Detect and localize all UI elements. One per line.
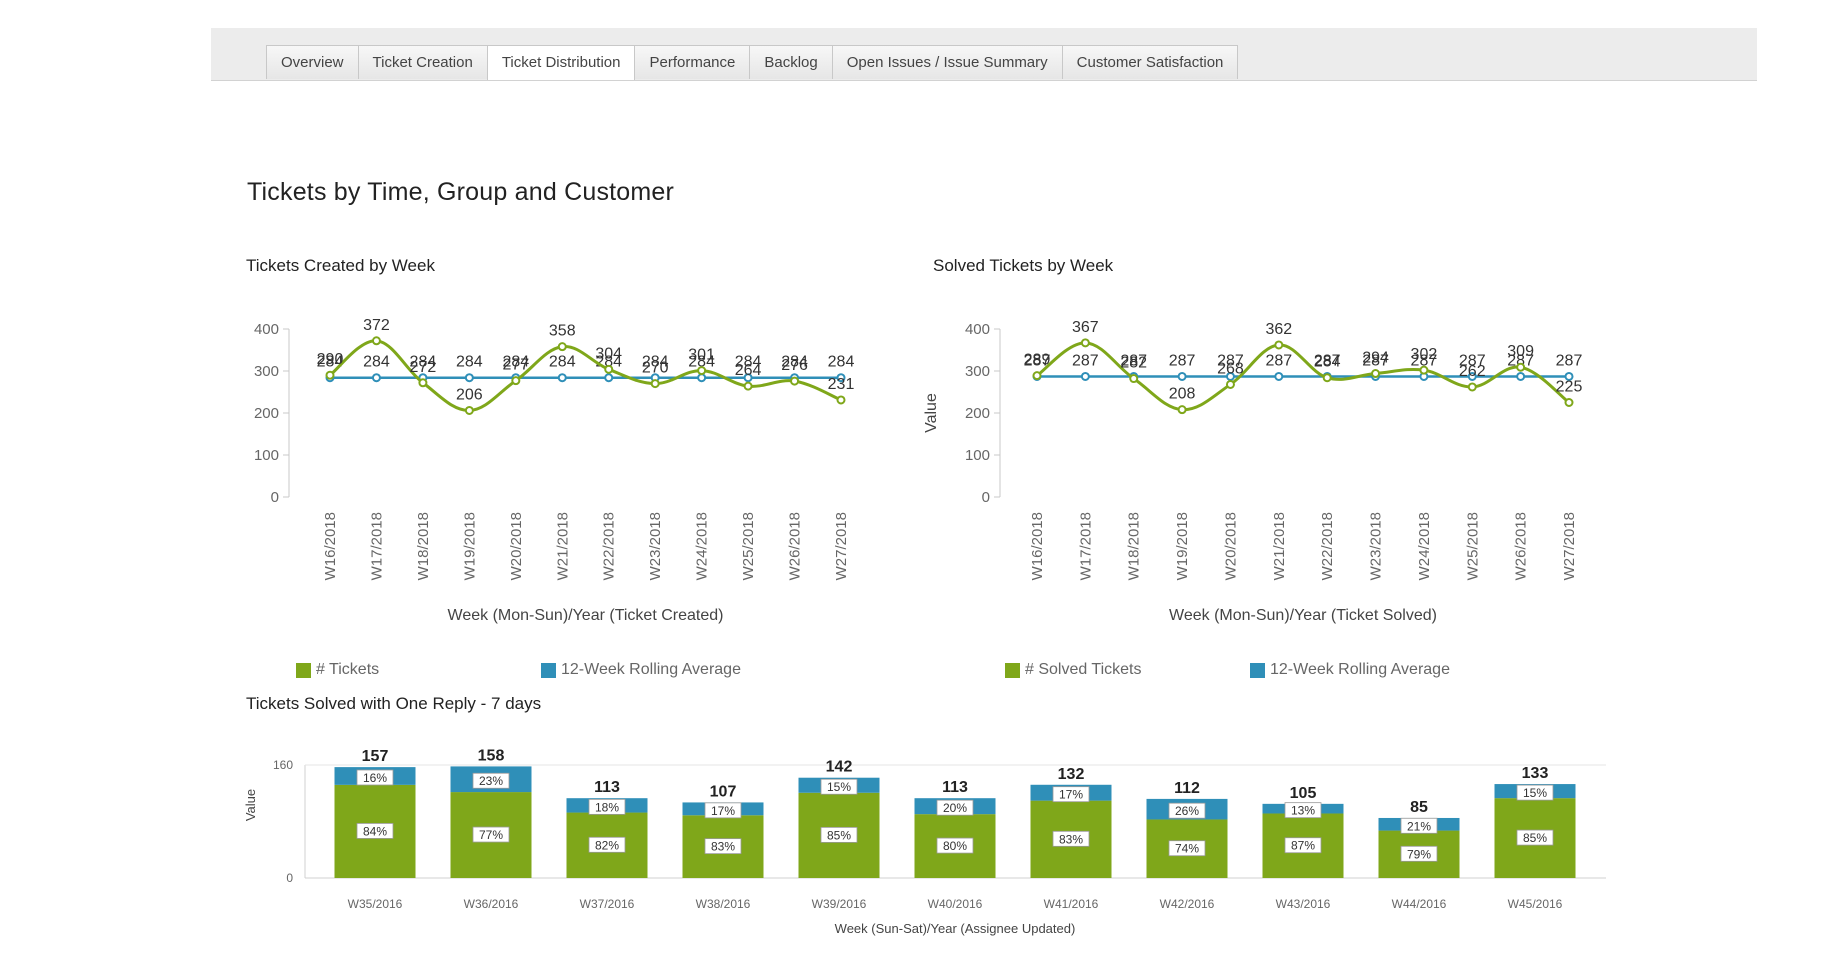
x-tick-label: W37/2016	[580, 897, 635, 911]
percent-label: 17%	[1059, 788, 1083, 802]
percent-label: 83%	[711, 840, 735, 854]
x-tick-label: W40/2016	[928, 897, 983, 911]
x-tick-label: W36/2016	[464, 897, 519, 911]
x-tick-label: W43/2016	[1276, 897, 1331, 911]
total-label: 113	[942, 779, 968, 796]
x-axis-title: Week (Sun-Sat)/Year (Assignee Updated)	[835, 921, 1076, 936]
total-label: 142	[826, 759, 853, 776]
percent-label: 26%	[1175, 804, 1199, 818]
percent-label: 74%	[1175, 842, 1199, 856]
x-tick-label: W45/2016	[1508, 897, 1563, 911]
total-label: 133	[1522, 765, 1549, 782]
x-tick-label: W41/2016	[1044, 897, 1099, 911]
percent-label: 17%	[711, 804, 735, 818]
percent-label: 79%	[1407, 847, 1431, 861]
percent-label: 15%	[1523, 786, 1547, 800]
x-tick-label: W35/2016	[348, 897, 403, 911]
y-tick-label: 160	[273, 758, 293, 772]
percent-label: 18%	[595, 800, 619, 814]
percent-label: 87%	[1291, 839, 1315, 853]
x-tick-label: W44/2016	[1392, 897, 1447, 911]
percent-label: 23%	[479, 774, 503, 788]
total-label: 107	[710, 783, 737, 800]
y-axis-title: Value	[243, 789, 258, 821]
x-tick-label: W42/2016	[1160, 897, 1215, 911]
total-label: 158	[478, 747, 505, 764]
percent-label: 85%	[827, 828, 851, 842]
percent-label: 85%	[1523, 831, 1547, 845]
x-tick-label: W38/2016	[696, 897, 751, 911]
percent-label: 15%	[827, 780, 851, 794]
total-label: 132	[1058, 766, 1085, 783]
percent-label: 20%	[943, 801, 967, 815]
x-tick-label: W39/2016	[812, 897, 867, 911]
percent-label: 13%	[1291, 804, 1315, 818]
percent-label: 16%	[363, 771, 387, 785]
total-label: 113	[594, 779, 620, 796]
percent-label: 82%	[595, 838, 619, 852]
y-tick-label: 0	[286, 871, 293, 885]
percent-label: 80%	[943, 839, 967, 853]
total-label: 85	[1410, 799, 1428, 816]
total-label: 105	[1290, 785, 1317, 802]
percent-label: 83%	[1059, 832, 1083, 846]
percent-label: 84%	[363, 824, 387, 838]
percent-label: 21%	[1407, 819, 1431, 833]
chart-tickets-solved-one-reply: 0 160 Value 84% 16% 157 W35/2016 77% 23% 158 W36/2…	[243, 747, 1606, 936]
total-label: 112	[1174, 780, 1200, 797]
total-label: 157	[362, 748, 389, 765]
percent-label: 77%	[479, 828, 503, 842]
